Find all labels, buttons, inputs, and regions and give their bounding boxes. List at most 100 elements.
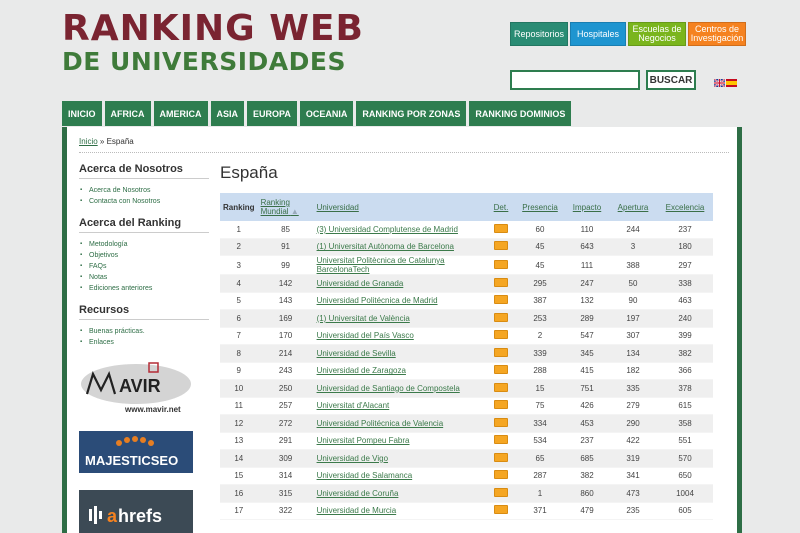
- cell-apertura: 319: [609, 449, 657, 468]
- sidebar-link-buenas-practicas[interactable]: Buenas prácticas.: [79, 326, 209, 337]
- cell-apertura: 307: [609, 327, 657, 345]
- spanish-flag-icon[interactable]: [726, 79, 737, 87]
- university-link[interactable]: Universidad Politécnica de Madrid: [313, 292, 487, 310]
- header-universidad[interactable]: Universidad: [313, 193, 487, 221]
- university-link[interactable]: (3) Universidad Complutense de Madrid: [313, 221, 487, 239]
- detail-icon[interactable]: [494, 277, 508, 287]
- sidebar-link-ediciones[interactable]: Ediciones anteriores: [79, 283, 209, 294]
- detail-icon[interactable]: [494, 259, 508, 269]
- tab-centros-investigacion[interactable]: Centros de Investigación: [688, 22, 746, 46]
- nav-america[interactable]: AMERICA: [153, 101, 208, 126]
- university-link[interactable]: Universidad de Zaragoza: [313, 362, 487, 380]
- cell-rank: 6: [220, 309, 258, 328]
- cell-detail: [487, 362, 515, 380]
- cell-world-rank: 99: [257, 255, 314, 275]
- detail-icon[interactable]: [494, 470, 508, 480]
- tab-hospitales[interactable]: Hospitales: [570, 22, 626, 46]
- cell-impacto: 643: [565, 238, 609, 256]
- detail-icon[interactable]: [494, 382, 508, 392]
- cell-detail: [487, 344, 515, 363]
- ahrefs-banner[interactable]: a hrefs ahrefs: [79, 490, 193, 533]
- header-impacto[interactable]: Impacto: [565, 193, 609, 221]
- tab-escuelas-negocios[interactable]: Escuelas de Negocios: [628, 22, 686, 46]
- sidebar-link-about[interactable]: Acerca de Nosotros: [79, 185, 209, 196]
- university-link[interactable]: Universidad Politécnica de Valencia: [313, 414, 487, 433]
- cell-impacto: 547: [565, 327, 609, 345]
- cell-detail: [487, 309, 515, 328]
- cell-world-rank: 243: [257, 362, 314, 380]
- breadcrumb-home[interactable]: Inicio: [79, 137, 98, 146]
- cell-impacto: 237: [565, 432, 609, 450]
- top-category-tabs: Repositorios Hospitales Escuelas de Nego…: [510, 22, 746, 46]
- university-link[interactable]: Universidad de Murcia: [313, 502, 487, 520]
- english-flag-icon[interactable]: [714, 79, 725, 87]
- header-ranking-mundial-label[interactable]: Ranking Mundial: [261, 198, 290, 216]
- tab-repositorios[interactable]: Repositorios: [510, 22, 568, 46]
- header-presencia[interactable]: Presencia: [515, 193, 565, 221]
- header-detalle[interactable]: Det.: [487, 193, 515, 221]
- sidebar-link-contact[interactable]: Contacta con Nosotros: [79, 196, 209, 207]
- cell-world-rank: 315: [257, 484, 314, 503]
- university-link[interactable]: Universidad de Coruña: [313, 484, 487, 503]
- nav-asia[interactable]: ASIA: [210, 101, 245, 126]
- cell-excelencia: 237: [657, 221, 713, 239]
- language-flags: [714, 79, 737, 87]
- sidebar-link-objetivos[interactable]: Objetivos: [79, 250, 209, 261]
- cell-apertura: 197: [609, 309, 657, 328]
- sidebar-link-notas[interactable]: Notas: [79, 272, 209, 283]
- detail-icon[interactable]: [494, 241, 508, 251]
- detail-icon[interactable]: [494, 435, 508, 445]
- university-link[interactable]: Universidad del País Vasco: [313, 327, 487, 345]
- detail-icon[interactable]: [494, 330, 508, 340]
- search-button[interactable]: BUSCAR: [646, 70, 696, 90]
- cell-rank: 12: [220, 414, 258, 433]
- logo-line-1: RANKING WEB: [62, 8, 364, 49]
- cell-rank: 15: [220, 467, 258, 485]
- sidebar-link-enlaces[interactable]: Enlaces: [79, 337, 209, 348]
- header-ranking-mundial[interactable]: Ranking Mundial ▲: [257, 193, 314, 221]
- nav-africa[interactable]: AFRICA: [104, 101, 151, 126]
- majestic-seo-banner[interactable]: MAJESTICSEO: [79, 431, 193, 473]
- university-link[interactable]: Universidad de Sevilla: [313, 344, 487, 363]
- nav-ranking-dominios[interactable]: RANKING DOMINIOS: [469, 101, 572, 126]
- university-link[interactable]: Universitat Politècnica de Catalunya Bar…: [313, 255, 487, 275]
- nav-ranking-zonas[interactable]: RANKING POR ZONAS: [356, 101, 467, 126]
- detail-icon[interactable]: [494, 417, 508, 427]
- sidebar-link-metodologia[interactable]: Metodología: [79, 239, 209, 250]
- detail-icon[interactable]: [494, 223, 508, 233]
- header-apertura[interactable]: Apertura: [609, 193, 657, 221]
- header-excelencia[interactable]: Excelencia: [657, 193, 713, 221]
- university-link[interactable]: (1) Universitat de València: [313, 309, 487, 328]
- university-link[interactable]: Universitat d'Alacant: [313, 397, 487, 415]
- university-link[interactable]: Universidad de Salamanca: [313, 467, 487, 485]
- cell-rank: 13: [220, 432, 258, 450]
- detail-icon[interactable]: [494, 400, 508, 410]
- cell-apertura: 341: [609, 467, 657, 485]
- cell-apertura: 422: [609, 432, 657, 450]
- nav-inicio[interactable]: INICIO: [62, 101, 102, 126]
- detail-icon[interactable]: [494, 487, 508, 497]
- table-row: 14 309 Universidad de Vigo 65 685 319 570: [220, 449, 713, 468]
- university-link[interactable]: Universidad de Granada: [313, 274, 487, 293]
- detail-icon[interactable]: [494, 295, 508, 305]
- detail-icon[interactable]: [494, 505, 508, 515]
- cell-presencia: 253: [515, 309, 565, 328]
- university-link[interactable]: Universidad de Santiago de Compostela: [313, 379, 487, 398]
- detail-icon[interactable]: [494, 347, 508, 357]
- majestic-label: MAJESTICSEO: [85, 453, 178, 468]
- table-row: 7 170 Universidad del País Vasco 2 547 307 399: [220, 327, 713, 345]
- detail-icon[interactable]: [494, 365, 508, 375]
- university-link[interactable]: Universidad de Vigo: [313, 449, 487, 468]
- sort-up-icon[interactable]: ▲: [291, 207, 299, 216]
- search-input[interactable]: [510, 70, 640, 90]
- mavir-url: www.mavir.net: [124, 405, 181, 414]
- nav-oceania[interactable]: OCEANIA: [299, 101, 354, 126]
- university-link[interactable]: Universitat Pompeu Fabra: [313, 432, 487, 450]
- site-logo[interactable]: RANKING WEB DE UNIVERSIDADES: [62, 8, 364, 76]
- detail-icon[interactable]: [494, 452, 508, 462]
- university-link[interactable]: (1) Universitat Autònoma de Barcelona: [313, 238, 487, 256]
- mavir-banner[interactable]: AVIR www.mavir.net: [79, 360, 193, 416]
- nav-europa[interactable]: EUROPA: [247, 101, 297, 126]
- detail-icon[interactable]: [494, 312, 508, 322]
- sidebar-link-faqs[interactable]: FAQs: [79, 261, 209, 272]
